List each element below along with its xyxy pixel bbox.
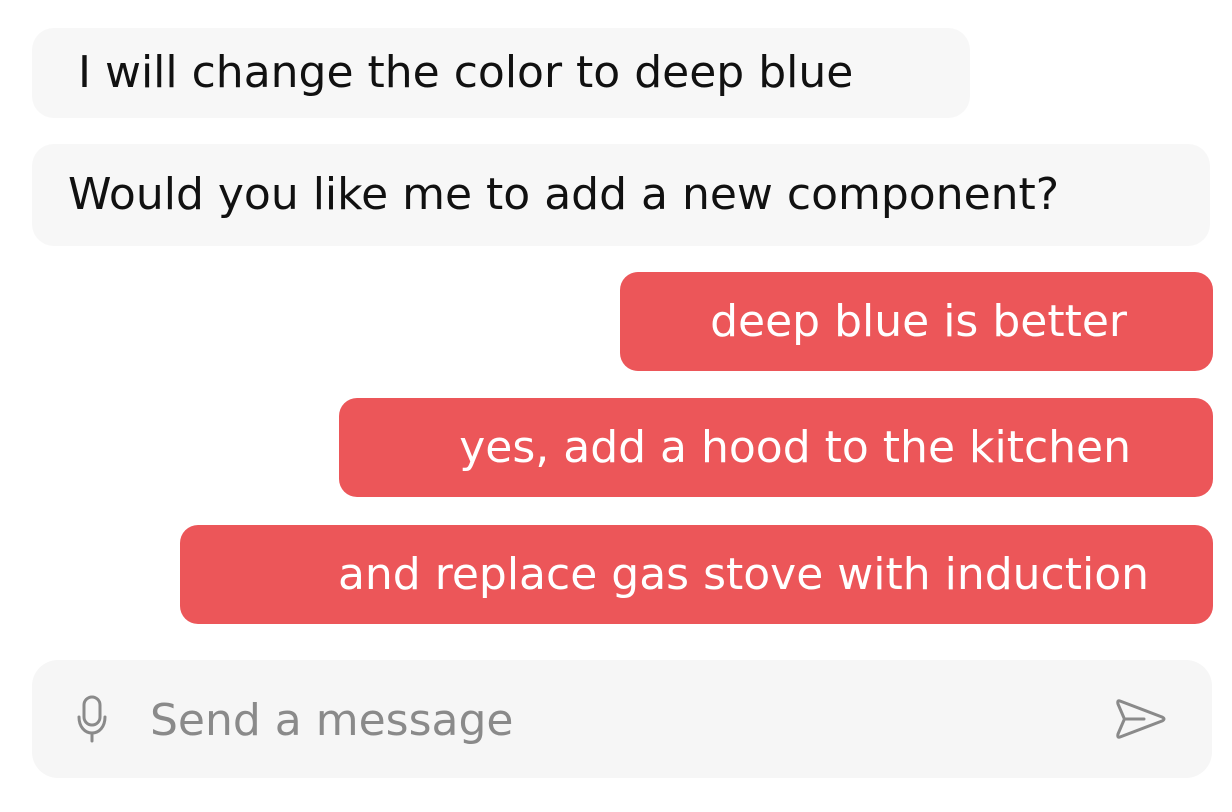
microphone-button[interactable] <box>70 695 114 747</box>
user-message: yes, add a hood to the kitchen <box>339 398 1213 497</box>
chat-thread: I will change the color to deep blue Wou… <box>0 0 1232 812</box>
message-text: Would you like me to add a new component… <box>68 169 1060 220</box>
assistant-message: Would you like me to add a new component… <box>32 144 1210 246</box>
send-icon <box>1114 695 1168 747</box>
message-text: yes, add a hood to the kitchen <box>459 421 1131 473</box>
message-text: deep blue is better <box>710 295 1127 347</box>
message-text: and replace gas stove with induction <box>337 548 1149 600</box>
assistant-message: I will change the color to deep blue <box>32 28 970 118</box>
microphone-icon <box>77 695 107 747</box>
send-button[interactable] <box>1112 695 1170 747</box>
user-message: deep blue is better <box>620 272 1213 371</box>
message-input[interactable] <box>150 690 1050 750</box>
message-composer <box>32 660 1212 778</box>
message-text: I will change the color to deep blue <box>78 47 854 98</box>
user-message: and replace gas stove with induction <box>180 525 1213 624</box>
